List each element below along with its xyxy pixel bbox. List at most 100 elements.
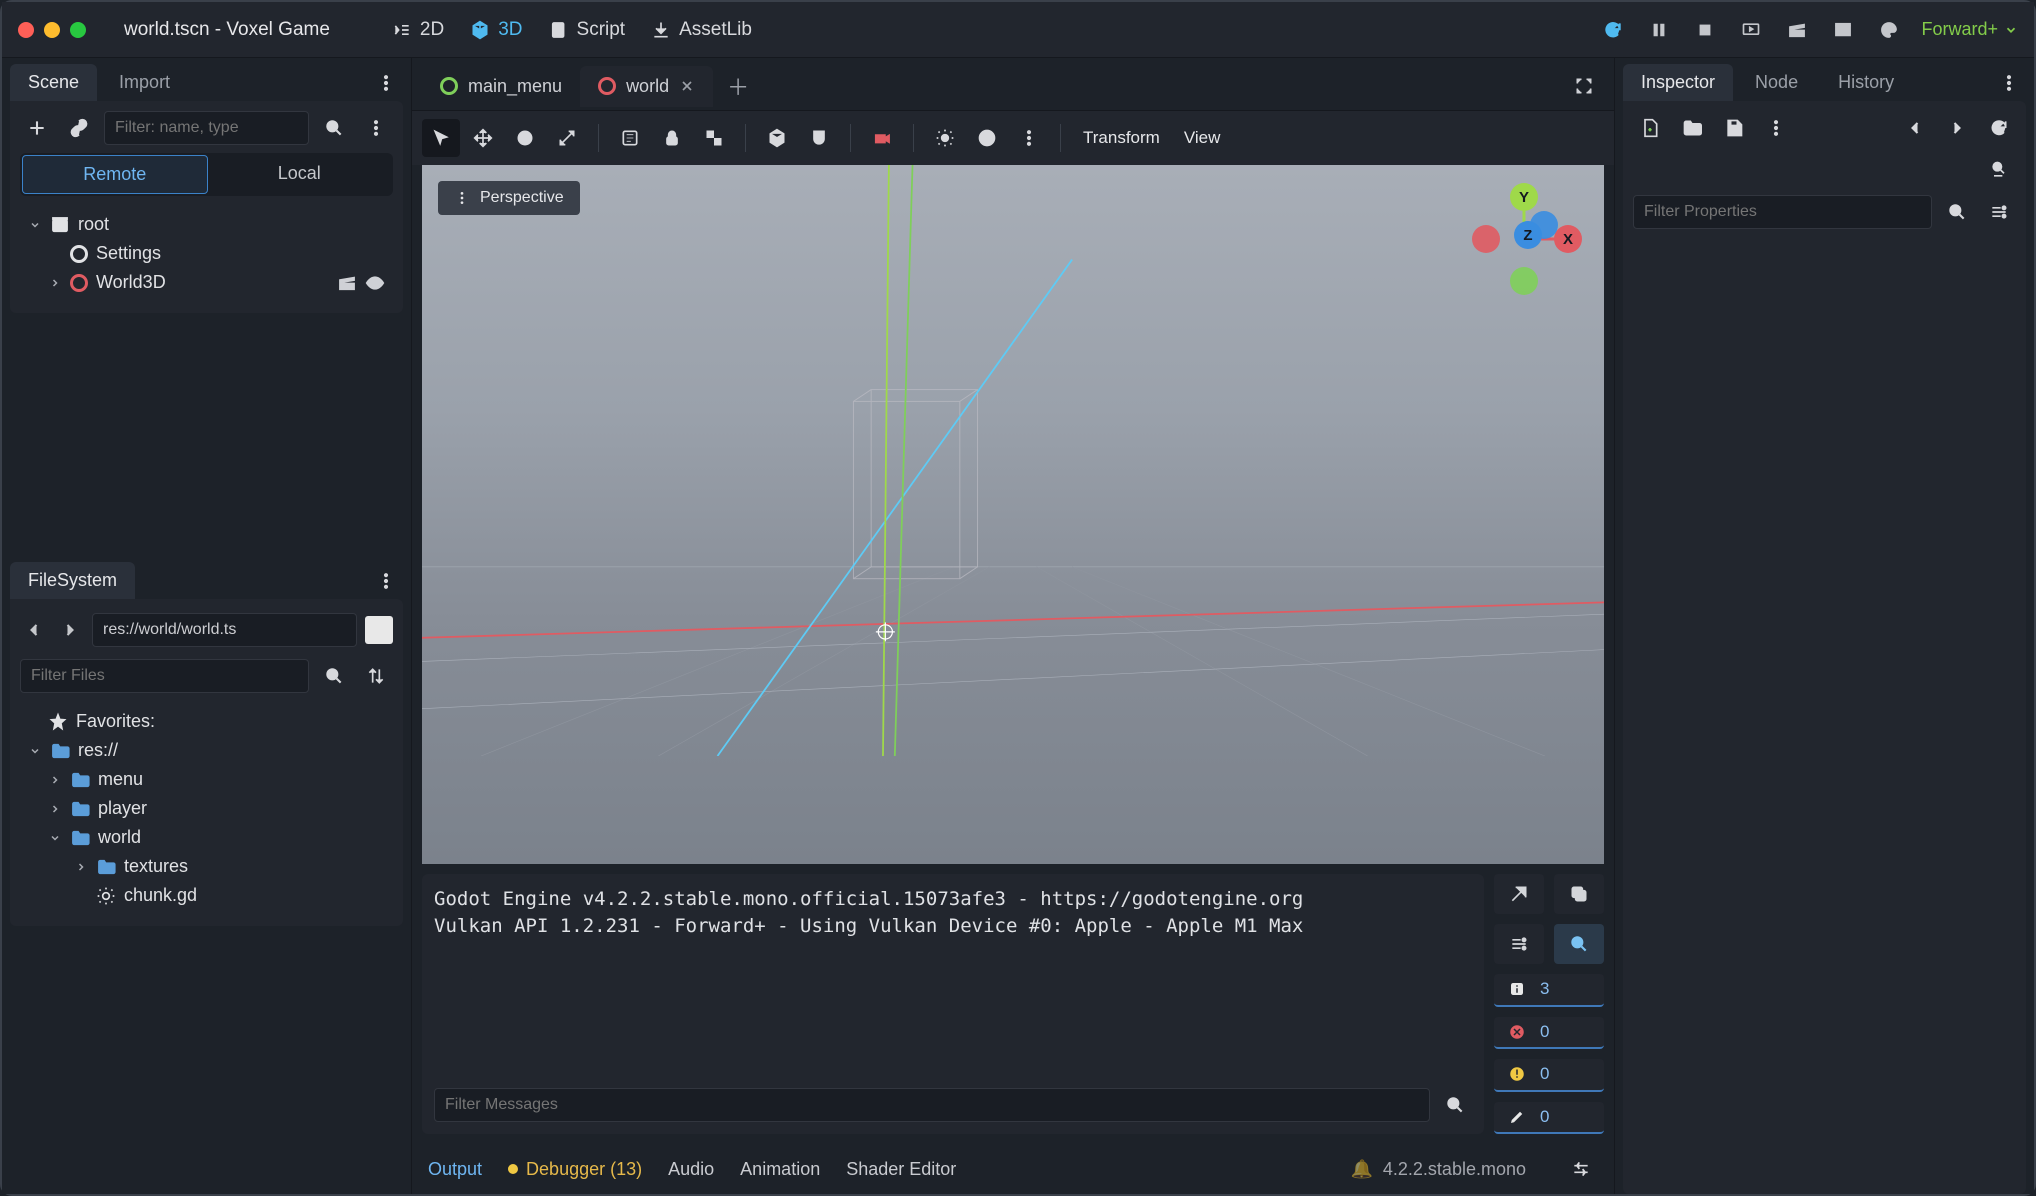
doc-lookup-icon[interactable] bbox=[1982, 153, 2016, 187]
save-resource-icon[interactable] bbox=[1717, 111, 1751, 145]
environment-icon[interactable] bbox=[968, 119, 1006, 157]
gizmo-neg-x[interactable] bbox=[1472, 225, 1500, 253]
perspective-dropdown[interactable]: Perspective bbox=[438, 181, 580, 215]
fs-path-input[interactable] bbox=[92, 613, 357, 647]
clapper-icon[interactable] bbox=[1783, 16, 1811, 44]
scene-tab-main-menu[interactable]: main_menu bbox=[422, 66, 580, 107]
bell-icon[interactable]: 🔔 bbox=[1350, 1159, 1372, 1179]
output-search-toggle-icon[interactable] bbox=[1554, 924, 1604, 964]
close-window-button[interactable] bbox=[18, 22, 34, 38]
tree-node-settings[interactable]: Settings bbox=[22, 239, 391, 268]
movie-icon[interactable] bbox=[1829, 16, 1857, 44]
refresh-inspector-icon[interactable] bbox=[1982, 111, 2016, 145]
minimize-window-button[interactable] bbox=[44, 22, 60, 38]
load-resource-icon[interactable] bbox=[1675, 111, 1709, 145]
view-menu[interactable]: View bbox=[1174, 122, 1231, 154]
reload-icon[interactable] bbox=[1599, 16, 1627, 44]
scene-mode-local[interactable]: Local bbox=[208, 155, 392, 194]
workspace-tab-assetlib[interactable]: AssetLib bbox=[651, 19, 752, 41]
palette-icon[interactable] bbox=[1875, 16, 1903, 44]
bottom-tab-debugger[interactable]: Debugger (13) bbox=[508, 1159, 642, 1180]
history-forward-icon[interactable] bbox=[1940, 111, 1974, 145]
info-count[interactable]: 3 bbox=[1494, 974, 1604, 1007]
fs-textures[interactable]: textures bbox=[22, 852, 391, 881]
gizmo-y-axis[interactable]: Y bbox=[1510, 183, 1538, 211]
gizmo-neg-z[interactable] bbox=[1530, 211, 1558, 239]
scene-tab-world[interactable]: world bbox=[580, 66, 713, 107]
error-count[interactable]: 0 bbox=[1494, 1017, 1604, 1050]
filesystem-menu-icon[interactable] bbox=[369, 564, 403, 598]
scene-filter-input[interactable] bbox=[104, 111, 309, 145]
viewport-more-icon[interactable] bbox=[1010, 119, 1048, 157]
tree-node-world3d[interactable]: World3D bbox=[22, 268, 391, 297]
open-script-icon[interactable] bbox=[337, 273, 357, 293]
inspector-filter-input[interactable] bbox=[1633, 195, 1932, 229]
copy-output-icon[interactable] bbox=[1554, 874, 1604, 914]
inspector-menu-icon[interactable] bbox=[1992, 66, 2026, 100]
gizmo-x-axis[interactable]: X bbox=[1554, 225, 1582, 253]
inspector-resource-more-icon[interactable] bbox=[1759, 111, 1793, 145]
output-settings-icon[interactable] bbox=[1494, 924, 1544, 964]
fs-player[interactable]: player bbox=[22, 794, 391, 823]
close-icon[interactable] bbox=[679, 78, 695, 94]
tree-node-root[interactable]: root bbox=[22, 210, 391, 239]
fs-menu[interactable]: menu bbox=[22, 765, 391, 794]
add-node-icon[interactable] bbox=[20, 111, 54, 145]
clear-output-icon[interactable] bbox=[1494, 874, 1544, 914]
inspector-options-icon[interactable] bbox=[1982, 195, 2016, 229]
scene-dock-menu-icon[interactable] bbox=[369, 66, 403, 100]
inspector-tab-inspector[interactable]: Inspector bbox=[1623, 64, 1733, 101]
scene-mode-remote[interactable]: Remote bbox=[22, 155, 208, 194]
stop-icon[interactable] bbox=[1691, 16, 1719, 44]
fs-chunk[interactable]: chunk.gd bbox=[22, 881, 391, 910]
play-remote-icon[interactable] bbox=[1737, 16, 1765, 44]
rotate-tool-icon[interactable] bbox=[506, 119, 544, 157]
workspace-tab-3d[interactable]: 3D bbox=[470, 19, 522, 41]
inspector-tab-history[interactable]: History bbox=[1820, 64, 1912, 101]
new-resource-icon[interactable] bbox=[1633, 111, 1667, 145]
inspector-tab-node[interactable]: Node bbox=[1737, 64, 1816, 101]
fs-forward-icon[interactable] bbox=[56, 616, 84, 644]
workspace-tab-script[interactable]: Script bbox=[549, 19, 626, 41]
scene-more-icon[interactable] bbox=[359, 111, 393, 145]
filter-messages-search-icon[interactable] bbox=[1438, 1088, 1472, 1122]
group-icon[interactable] bbox=[695, 119, 733, 157]
lock-icon[interactable] bbox=[653, 119, 691, 157]
bottom-tab-animation[interactable]: Animation bbox=[740, 1159, 820, 1180]
camera-preview-icon[interactable] bbox=[863, 119, 901, 157]
maximize-window-button[interactable] bbox=[70, 22, 86, 38]
warning-count[interactable]: 0 bbox=[1494, 1059, 1604, 1092]
fs-back-icon[interactable] bbox=[20, 616, 48, 644]
bottom-tab-shader[interactable]: Shader Editor bbox=[846, 1159, 956, 1180]
move-tool-icon[interactable] bbox=[464, 119, 502, 157]
axis-gizmo[interactable]: Y X Z bbox=[1464, 179, 1584, 299]
cube-icon[interactable] bbox=[758, 119, 796, 157]
pause-icon[interactable] bbox=[1645, 16, 1673, 44]
history-back-icon[interactable] bbox=[1898, 111, 1932, 145]
render-mode-dropdown[interactable]: Forward+ bbox=[1921, 19, 2018, 40]
fs-sort-icon[interactable] bbox=[359, 659, 393, 693]
scene-dock-tab-scene[interactable]: Scene bbox=[10, 64, 97, 101]
bottom-expand-icon[interactable] bbox=[1564, 1152, 1598, 1186]
fs-world[interactable]: world bbox=[22, 823, 391, 852]
transform-menu[interactable]: Transform bbox=[1073, 122, 1170, 154]
filesystem-tab[interactable]: FileSystem bbox=[10, 562, 135, 599]
workspace-tab-2d[interactable]: 2D bbox=[392, 19, 444, 41]
add-scene-icon[interactable]: ＋ bbox=[713, 62, 763, 110]
fs-filter-input[interactable] bbox=[20, 659, 309, 693]
link-node-icon[interactable] bbox=[62, 111, 96, 145]
bottom-tab-audio[interactable]: Audio bbox=[668, 1159, 714, 1180]
scene-dock-tab-import[interactable]: Import bbox=[101, 64, 188, 101]
fs-search-icon[interactable] bbox=[317, 659, 351, 693]
select-tool-icon[interactable] bbox=[422, 119, 460, 157]
sun-icon[interactable] bbox=[926, 119, 964, 157]
fs-res[interactable]: res:// bbox=[22, 736, 391, 765]
fs-favorites[interactable]: Favorites: bbox=[22, 707, 391, 736]
scale-tool-icon[interactable] bbox=[548, 119, 586, 157]
inspector-search-icon[interactable] bbox=[1940, 195, 1974, 229]
distraction-free-icon[interactable] bbox=[1574, 76, 1594, 96]
bottom-tab-output[interactable]: Output bbox=[428, 1159, 482, 1180]
visibility-icon[interactable] bbox=[365, 273, 385, 293]
viewport-3d[interactable]: Perspective Y X Z bbox=[422, 165, 1604, 864]
scene-search-icon[interactable] bbox=[317, 111, 351, 145]
